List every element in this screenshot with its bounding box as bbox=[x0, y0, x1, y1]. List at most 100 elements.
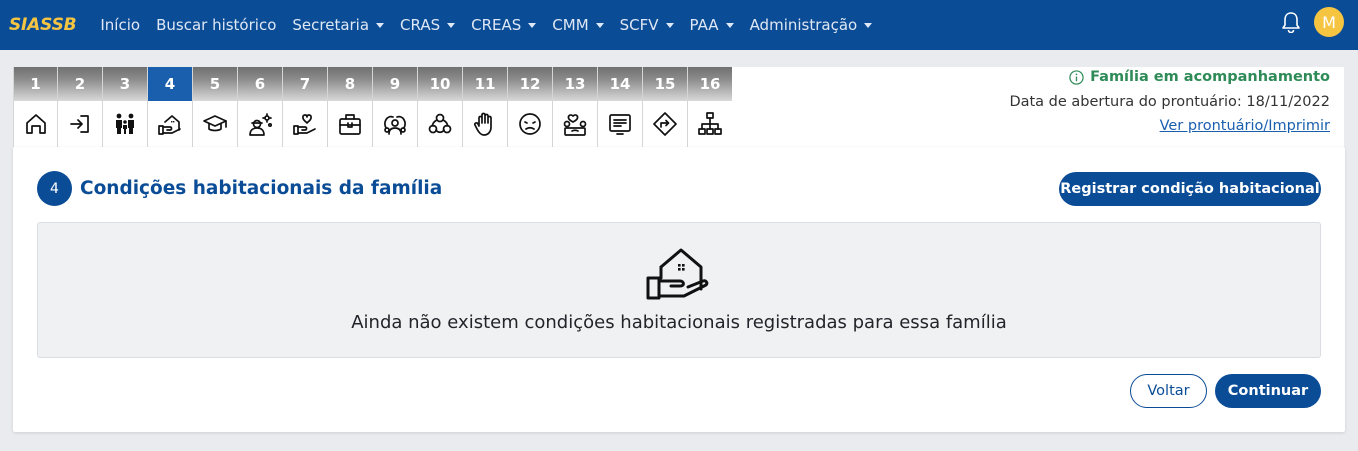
step-icon-wrap bbox=[463, 101, 507, 147]
step-4[interactable]: 4 bbox=[148, 67, 193, 147]
step-14[interactable]: 14 bbox=[598, 67, 643, 147]
step-icon-wrap bbox=[328, 101, 372, 147]
nav-item-8[interactable]: Administração bbox=[750, 16, 873, 34]
nav-menu: Início Buscar histórico Secretaria CRAS CREA… bbox=[100, 16, 888, 34]
step-number: 12 bbox=[508, 67, 552, 101]
nav-item-6[interactable]: SCFV bbox=[620, 16, 674, 34]
nav-item-label: SCFV bbox=[619, 16, 659, 34]
step-9[interactable]: 9 bbox=[373, 67, 418, 147]
step-3[interactable]: 3 bbox=[103, 67, 148, 147]
caret-down-icon bbox=[528, 23, 537, 28]
house-hand-icon bbox=[646, 248, 709, 300]
status-indicator: Família em acompanhamento bbox=[1069, 69, 1330, 85]
nav-item-7[interactable]: PAA bbox=[690, 16, 734, 34]
caret-down-icon bbox=[595, 23, 604, 28]
nav-item-3[interactable]: CRAS bbox=[400, 16, 456, 34]
sign-in-icon bbox=[70, 115, 89, 133]
nav-item-label: Buscar histórico bbox=[156, 16, 277, 34]
step-number: 3 bbox=[103, 67, 147, 101]
open-date-text: Data de abertura do prontuário: 18/11/20… bbox=[1009, 94, 1330, 110]
caret-down-icon bbox=[376, 23, 385, 28]
step-12[interactable]: 12 bbox=[508, 67, 553, 147]
brand-logo[interactable]: SIASSB bbox=[9, 15, 77, 35]
bio-link-icon bbox=[428, 113, 452, 134]
step-icon-wrap bbox=[103, 101, 147, 147]
back-button[interactable]: Voltar bbox=[1130, 374, 1207, 408]
step-icon-wrap bbox=[193, 101, 237, 147]
step-number: 8 bbox=[328, 67, 372, 101]
nav-item-label: Secretaria bbox=[292, 16, 370, 34]
section-card: 4 Condições habitacionais da família Reg… bbox=[13, 147, 1345, 432]
document-screen-icon bbox=[609, 114, 631, 135]
empty-state-message: Ainda não existem condições habitacionai… bbox=[351, 312, 1007, 333]
step-number: 7 bbox=[283, 67, 327, 101]
step-icon-wrap bbox=[688, 101, 732, 147]
bell-icon[interactable] bbox=[1281, 11, 1301, 33]
continue-button[interactable]: Continuar bbox=[1215, 374, 1321, 408]
graduation-cap-icon bbox=[203, 115, 227, 132]
step-number: 14 bbox=[598, 67, 642, 101]
caret-down-icon bbox=[725, 23, 734, 28]
nav-item-4[interactable]: CREAS bbox=[471, 16, 537, 34]
nav-item-label: CRAS bbox=[400, 16, 441, 34]
view-record-link[interactable]: Ver prontuário/Imprimir bbox=[1160, 118, 1330, 134]
register-condition-button[interactable]: Registrar condição habitacional bbox=[1059, 172, 1321, 206]
step-11[interactable]: 11 bbox=[463, 67, 508, 147]
nav-item-label: Administração bbox=[749, 16, 858, 34]
step-icon-wrap bbox=[553, 101, 597, 147]
step-icon-wrap bbox=[418, 101, 462, 147]
status-text: Família em acompanhamento bbox=[1090, 69, 1330, 85]
step-icon-wrap bbox=[508, 101, 552, 147]
step-icon-wrap bbox=[238, 101, 282, 147]
user-avatar[interactable]: M bbox=[1314, 7, 1344, 37]
step-16[interactable]: 16 bbox=[688, 67, 733, 147]
step-10[interactable]: 10 bbox=[418, 67, 463, 147]
top-navbar: SIASSB Início Buscar histórico Secretaria C… bbox=[0, 0, 1358, 50]
nav-item-1[interactable]: Buscar histórico bbox=[156, 16, 276, 34]
nav-right: M bbox=[1281, 7, 1344, 37]
face-icon bbox=[519, 113, 541, 135]
step-1[interactable]: 1 bbox=[13, 67, 58, 147]
step-8[interactable]: 8 bbox=[328, 67, 373, 147]
step-number: 6 bbox=[238, 67, 282, 101]
nav-item-label: CMM bbox=[552, 16, 589, 34]
step-navigation: 1 2 3 4 5 6 7 8 9 10 11 12 13 14 15 16 bbox=[13, 67, 733, 147]
nav-item-label: CREAS bbox=[471, 16, 522, 34]
step-number: 16 bbox=[688, 67, 732, 101]
nav-item-2[interactable]: Secretaria bbox=[292, 16, 385, 34]
step-13[interactable]: 13 bbox=[553, 67, 598, 147]
people-heart-icon bbox=[563, 114, 587, 136]
step-icon-wrap bbox=[148, 101, 192, 147]
step-number: 10 bbox=[418, 67, 462, 101]
step-icon-wrap bbox=[14, 101, 57, 147]
family-icon bbox=[116, 113, 134, 134]
step-7[interactable]: 7 bbox=[283, 67, 328, 147]
step-number: 1 bbox=[14, 67, 57, 101]
caret-down-icon bbox=[447, 23, 456, 28]
caret-down-icon bbox=[665, 23, 674, 28]
step-number: 13 bbox=[553, 67, 597, 101]
step-number: 5 bbox=[193, 67, 237, 101]
nav-item-5[interactable]: CMM bbox=[552, 16, 604, 34]
nav-item-label: Início bbox=[100, 16, 141, 34]
home-icon bbox=[25, 114, 46, 134]
nav-item-0[interactable]: Início bbox=[100, 16, 140, 34]
step-number: 2 bbox=[58, 67, 102, 101]
step-icon-wrap bbox=[598, 101, 642, 147]
caret-down-icon bbox=[864, 23, 873, 28]
step-2[interactable]: 2 bbox=[58, 67, 103, 147]
step-number: 15 bbox=[643, 67, 687, 101]
step-number: 11 bbox=[463, 67, 507, 101]
info-icon bbox=[1069, 69, 1084, 85]
step-15[interactable]: 15 bbox=[643, 67, 688, 147]
direction-sign-icon bbox=[653, 112, 677, 136]
empty-state: Ainda não existem condições habitacionai… bbox=[37, 222, 1321, 358]
heart-hand-icon bbox=[293, 114, 316, 135]
step-6[interactable]: 6 bbox=[238, 67, 283, 147]
section-number-badge: 4 bbox=[37, 171, 72, 206]
briefcase-icon bbox=[339, 114, 361, 135]
hand-stop-icon bbox=[473, 112, 492, 136]
step-5[interactable]: 5 bbox=[193, 67, 238, 147]
step-icon-wrap bbox=[58, 101, 102, 147]
record-info-panel: Família em acompanhamento Data de abertu… bbox=[732, 67, 1344, 147]
